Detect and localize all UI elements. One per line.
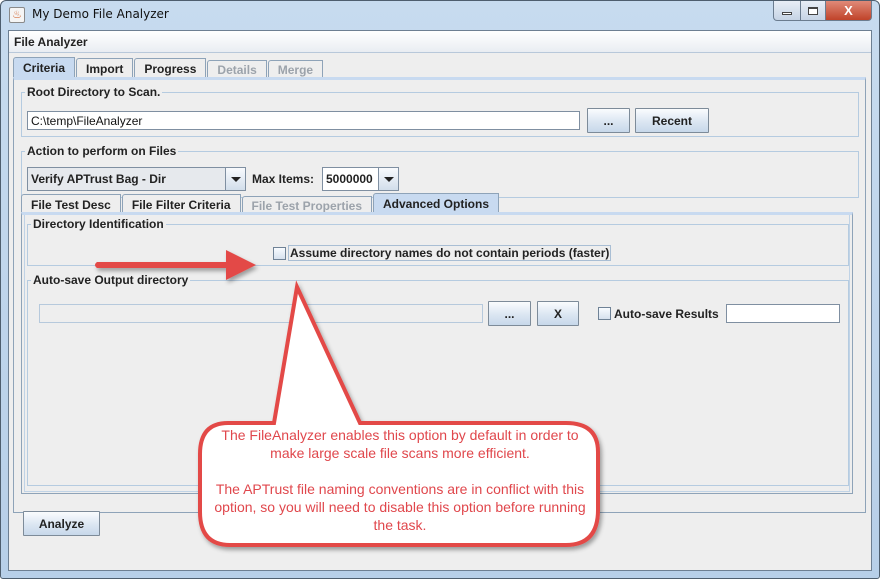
close-icon: X <box>844 3 853 18</box>
autosave-results-input[interactable] <box>726 304 840 323</box>
analyze-button[interactable]: Analyze <box>23 511 100 536</box>
recent-button[interactable]: Recent <box>635 108 709 133</box>
browse-root-button[interactable]: ... <box>587 108 630 133</box>
tab-advanced-options[interactable]: Advanced Options <box>373 193 500 214</box>
tab-import[interactable]: Import <box>76 58 134 78</box>
browse-autosave-button[interactable]: ... <box>488 301 531 326</box>
tab-file-filter-criteria[interactable]: File Filter Criteria <box>121 194 241 214</box>
root-directory-legend: Root Directory to Scan. <box>27 85 161 99</box>
tab-progress[interactable]: Progress <box>134 58 207 78</box>
max-items-value[interactable]: 5000000 <box>323 168 378 190</box>
chevron-down-icon <box>383 176 394 182</box>
tab-criteria[interactable]: Criteria <box>13 57 76 78</box>
frame-title: File Analyzer <box>9 31 871 53</box>
autosave-results-checkbox[interactable] <box>598 307 611 320</box>
maximize-icon <box>808 6 818 15</box>
assume-no-periods-label[interactable]: Assume directory names do not contain pe… <box>288 245 612 261</box>
minimize-icon <box>782 11 792 15</box>
action-select[interactable]: Verify APTrust Bag - Dir <box>27 167 246 191</box>
action-legend: Action to perform on Files <box>27 144 177 158</box>
max-items-select[interactable]: 5000000 <box>322 167 399 191</box>
main-tab-strip: Criteria Import Progress Details Merge <box>13 57 324 78</box>
tab-merge: Merge <box>267 60 324 78</box>
autosave-directory-input[interactable] <box>39 304 483 323</box>
callout-paragraph-2: The APTrust file naming conventions are … <box>214 481 586 533</box>
title-bar[interactable]: ♨ My Demo File Analyzer X <box>1 1 879 29</box>
assume-no-periods-checkbox[interactable] <box>273 247 286 260</box>
callout-text: The FileAnalyzer enables this option by … <box>210 426 590 534</box>
minimize-button[interactable] <box>773 1 801 21</box>
chevron-down-icon <box>230 176 241 182</box>
autosave-results-label[interactable]: Auto-save Results <box>614 307 719 321</box>
maximize-button[interactable] <box>801 1 826 21</box>
max-items-label: Max Items: <box>252 172 315 186</box>
autosave-legend: Auto-save Output directory <box>33 273 189 287</box>
window-controls: X <box>773 1 872 21</box>
directory-identification-legend: Directory Identification <box>33 217 164 231</box>
action-dropdown-button[interactable] <box>225 168 245 190</box>
callout-paragraph-1: The FileAnalyzer enables this option by … <box>221 427 579 461</box>
close-button[interactable]: X <box>826 1 872 21</box>
tab-details: Details <box>207 60 267 78</box>
window-title: My Demo File Analyzer <box>32 7 169 21</box>
java-app-icon[interactable]: ♨ <box>9 7 25 23</box>
root-directory-input[interactable]: C:\temp\FileAnalyzer <box>27 111 580 130</box>
tab-file-test-desc[interactable]: File Test Desc <box>21 194 121 214</box>
inner-tab-strip: File Test Desc File Filter Criteria File… <box>21 193 500 214</box>
clear-autosave-button[interactable]: X <box>537 301 579 326</box>
action-select-value: Verify APTrust Bag - Dir <box>31 172 166 186</box>
max-items-dropdown-button[interactable] <box>378 168 398 190</box>
